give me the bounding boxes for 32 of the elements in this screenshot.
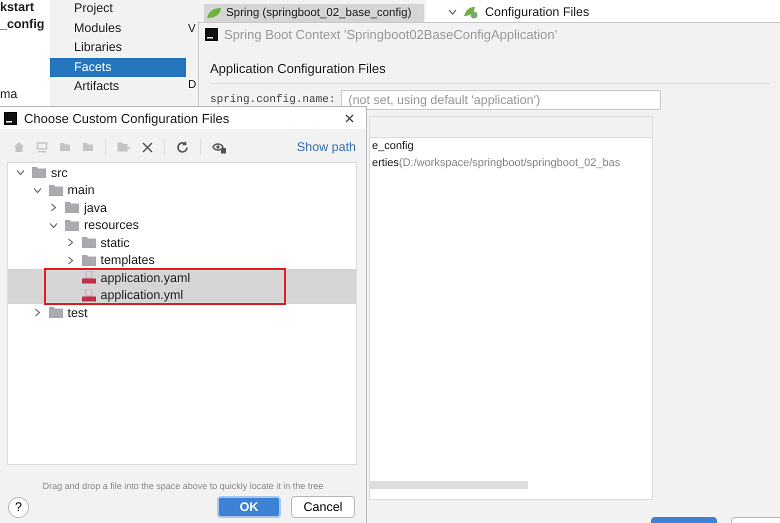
tree-row[interactable]: test bbox=[8, 304, 356, 322]
tree-row[interactable]: src bbox=[8, 164, 356, 182]
dialog-title: Spring Boot Context 'Springboot02BaseConfigApplication' bbox=[224, 26, 558, 42]
tree-row[interactable]: java bbox=[8, 199, 356, 216]
background-text: V bbox=[188, 23, 196, 35]
facet-row[interactable]: Spring (springboot_02_base_config) bbox=[204, 4, 424, 22]
background-text: kstart bbox=[0, 0, 34, 14]
background-text: _config bbox=[0, 17, 44, 31]
field-label: spring.config.name: bbox=[210, 94, 336, 106]
tree-row[interactable]: application.yaml bbox=[8, 269, 356, 286]
sidebar-item[interactable]: Libraries bbox=[50, 38, 186, 58]
dialog-title: Choose Custom Configuration Files bbox=[24, 110, 230, 126]
hint-text: Drag and drop a file into the space above to quickly locate it in the tree bbox=[42, 481, 324, 491]
list-item[interactable]: e_config bbox=[370, 138, 652, 155]
sidebar-item[interactable]: Project bbox=[50, 0, 186, 19]
list-item[interactable]: erties(D:/workspace/springboot/springboot_02_bas bbox=[370, 155, 652, 172]
tree-row[interactable]: templates bbox=[8, 252, 356, 269]
background-text: D bbox=[188, 79, 196, 91]
background-text: ma bbox=[0, 87, 18, 101]
input-field[interactable]: (not set, using default 'application') bbox=[341, 90, 662, 110]
help-button[interactable]: ? bbox=[8, 496, 29, 518]
cancel-button[interactable]: Cancel bbox=[291, 496, 355, 518]
tree-row[interactable]: resources bbox=[8, 216, 356, 234]
sidebar-item[interactable]: Facets bbox=[50, 58, 186, 78]
show-path-link[interactable]: Show path bbox=[296, 140, 356, 154]
tree-row[interactable]: static bbox=[8, 234, 356, 252]
sidebar-item[interactable]: Artifacts bbox=[50, 77, 186, 97]
tree-row[interactable]: main bbox=[8, 182, 356, 199]
tree-item[interactable]: Configuration Files bbox=[485, 5, 590, 19]
sidebar-item[interactable]: Modules bbox=[50, 18, 186, 38]
section-title: Application Configuration Files bbox=[210, 61, 770, 84]
ok-button[interactable]: OK bbox=[217, 496, 281, 518]
